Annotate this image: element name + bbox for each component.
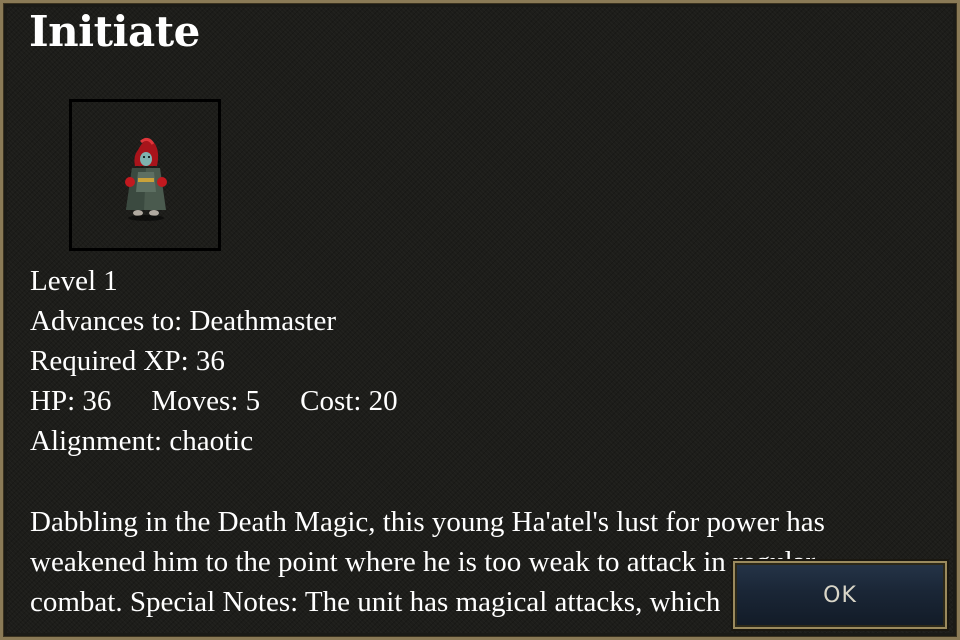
unit-portrait-frame bbox=[69, 99, 221, 251]
description-line: Dabbling in the Death Magic, this young … bbox=[30, 506, 825, 538]
required-xp-text: Required XP: 36 bbox=[30, 345, 225, 377]
advances-to-text: Advances to: Deathmaster bbox=[30, 305, 337, 337]
level-text: Level 1 bbox=[30, 265, 118, 297]
moves-text: Moves: 5 bbox=[151, 385, 261, 417]
hp-text: HP: 36 bbox=[30, 385, 112, 417]
hp-moves-cost-row: HP: 36 Moves: 5 Cost: 20 bbox=[30, 381, 398, 421]
unit-portrait-icon bbox=[125, 137, 167, 221]
cost-text: Cost: 20 bbox=[300, 385, 398, 417]
alignment-text: Alignment: chaotic bbox=[30, 425, 254, 457]
ok-button[interactable]: OK bbox=[733, 561, 947, 629]
unit-info-dialog: Initiate Level 1 Advances to: Deathmaste… bbox=[0, 0, 960, 640]
ok-button-label: OK bbox=[823, 582, 857, 608]
unit-name-title: Initiate bbox=[29, 7, 200, 56]
unit-stats: Level 1 Advances to: Deathmaster Require… bbox=[30, 261, 398, 461]
